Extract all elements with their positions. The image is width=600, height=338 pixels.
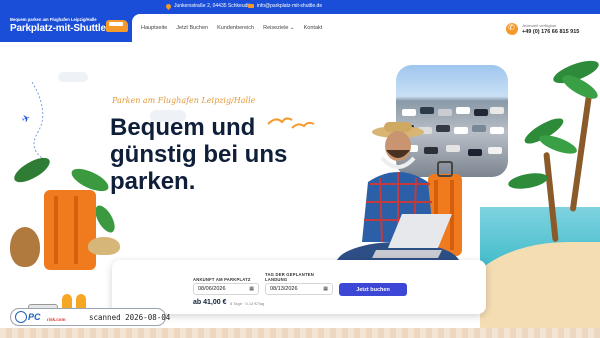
- top-info-bar: Junkersstraße 2, 04435 Schkeuditz info@p…: [0, 0, 600, 14]
- logo-tagline: Bequem parken am Flughafen Leipzig/Halle: [10, 17, 97, 22]
- mail-icon: [248, 4, 254, 8]
- watermark-brand: PC: [28, 312, 41, 322]
- flight-path-decoration: [31, 82, 51, 162]
- address-item: Junkersstraße 2, 04435 Schkeuditz: [164, 2, 253, 10]
- phone-icon: [506, 23, 518, 35]
- birds-decoration: [267, 117, 315, 129]
- departure-date-value: 08/13/2026: [270, 286, 298, 292]
- logo-wordmark: Parkplatz-mit-Shuttle.de: [10, 23, 120, 34]
- logo[interactable]: Bequem parken am Flughafen Leipzig/Halle…: [8, 14, 130, 42]
- location-pin-icon: [164, 2, 173, 10]
- arrival-date-input[interactable]: 08/06/2026 ▦: [193, 283, 259, 295]
- phone-number[interactable]: +49 (0) 176 66 815 915: [522, 29, 579, 35]
- ukulele-illustration: [10, 227, 40, 267]
- shuttle-bus-icon: [106, 20, 128, 32]
- hero-section: ✈ Parken am Flughafen Leipzig/Halle Bequ…: [0, 42, 600, 338]
- booking-form-card: ANKUNFT AM PARKPLATZ 08/06/2026 ▦ TAG DE…: [112, 260, 486, 314]
- email-item[interactable]: info@parkplatz-mit-shuttle.de: [248, 3, 322, 9]
- nav-item-contact[interactable]: Kontakt: [304, 25, 323, 31]
- arrival-date-value: 08/06/2026: [198, 286, 226, 292]
- orange-suitcase-illustration: [44, 190, 96, 270]
- book-now-button[interactable]: Jetzt buchen: [339, 283, 407, 296]
- phone-contact[interactable]: Jederzeit verfügbar +49 (0) 176 66 815 9…: [506, 21, 596, 37]
- nav-item-home[interactable]: Hauptseite: [141, 25, 167, 31]
- departure-label: TAG DER GEPLANTEN LANDUNG: [265, 272, 314, 282]
- price-text: ab 41,00 €: [193, 299, 227, 306]
- hero-subtitle: Parken am Flughafen Leipzig/Halle: [112, 96, 256, 105]
- main-nav: Hauptseite Jetzt Buchen Kundenbereich Re…: [141, 25, 322, 31]
- watermark-brand-suffix: risk.com: [47, 317, 66, 322]
- price-note: 8 Tage · 5,13 €/Tag: [230, 301, 265, 306]
- watermark-text: scanned 2026-08-04: [89, 313, 171, 322]
- cloud-decoration: [58, 72, 88, 82]
- arrival-label: ANKUNFT AM PARKPLATZ: [193, 277, 251, 282]
- calendar-icon: ▦: [249, 286, 254, 292]
- decorative-footer-band: [0, 328, 600, 338]
- straw-hat-illustration: [88, 237, 120, 255]
- nav-item-destinations[interactable]: Reiseziele ⌄: [263, 25, 295, 31]
- address-text: Junkersstraße 2, 04435 Schkeuditz: [174, 3, 253, 9]
- nav-item-book-now[interactable]: Jetzt Buchen: [176, 25, 208, 31]
- scan-watermark: PC risk.com scanned 2026-08-04: [10, 308, 170, 326]
- email-link[interactable]: info@parkplatz-mit-shuttle.de: [257, 3, 322, 9]
- calendar-icon: ▦: [323, 286, 328, 292]
- nav-item-customer-area[interactable]: Kundenbereich: [217, 25, 254, 31]
- phone-label: Jederzeit verfügbar: [522, 23, 557, 28]
- magnifier-logo-icon: [15, 311, 27, 323]
- nav-panel: Hauptseite Jetzt Buchen Kundenbereich Re…: [132, 14, 600, 42]
- departure-date-input[interactable]: 08/13/2026 ▦: [265, 283, 333, 295]
